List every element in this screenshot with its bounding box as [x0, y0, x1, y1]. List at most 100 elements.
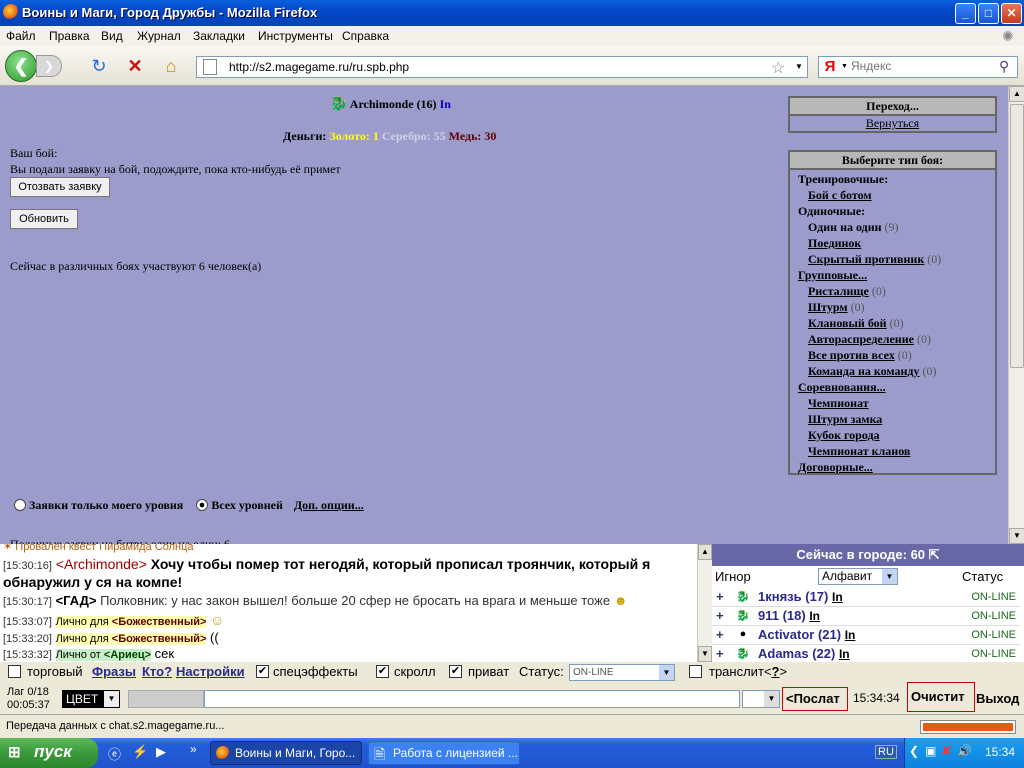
network-icon[interactable]: ▣ — [925, 744, 936, 758]
chat-nick[interactable]: <ГАД> — [56, 593, 97, 608]
antivirus-icon[interactable]: ✘ — [941, 743, 952, 759]
url-dropdown-icon[interactable]: ▼ — [795, 62, 803, 71]
send-button[interactable]: <Послат — [782, 687, 848, 711]
scroll-checkbox[interactable]: ✔ — [376, 665, 389, 678]
search-icon[interactable]: ⚲ — [999, 58, 1009, 75]
chat-scroll-down-icon[interactable]: ▼ — [698, 646, 712, 662]
scroll-up-icon[interactable]: ▲ — [1009, 86, 1024, 102]
link-one-on-one[interactable]: Один на один — [808, 220, 882, 234]
status-select[interactable]: ON-LINE ▼ — [569, 664, 675, 681]
page-scrollbar[interactable]: ▲ ▼ — [1008, 86, 1024, 544]
menu-file[interactable]: Файл — [6, 29, 36, 43]
exit-button[interactable]: Выход — [976, 691, 1019, 706]
tray-arrow-icon[interactable]: ❮ — [909, 744, 919, 758]
player-info-link[interactable]: In — [440, 97, 451, 111]
link-clan-championship[interactable]: Чемпионат кланов — [808, 444, 910, 458]
withdraw-request-button[interactable]: Отозвать заявку — [10, 177, 110, 197]
clan-icon: 🐉 — [736, 610, 750, 622]
url-bar[interactable]: http://s2.magegame.ru/ru.spb.php ☆ ▼ — [196, 56, 808, 78]
add-icon[interactable]: + — [716, 608, 724, 623]
quicklaunch-icon[interactable]: ⚡ — [132, 744, 148, 760]
trade-checkbox[interactable] — [8, 665, 21, 678]
phrases-link[interactable]: Фразы — [92, 664, 136, 679]
quicklaunch-more-icon[interactable]: » — [190, 742, 197, 756]
add-icon[interactable]: + — [716, 589, 724, 604]
forward-button[interactable]: ❯ — [36, 55, 62, 77]
sort-select[interactable]: Алфавит ▼ — [818, 568, 898, 585]
color-select[interactable]: ЦВЕТ ▼ — [62, 690, 120, 708]
home-icon[interactable]: ⌂ — [160, 56, 182, 76]
chat-nick[interactable]: <Archimonde> — [56, 556, 147, 572]
online-user-row[interactable]: + 🐉 1князь (17) In ON-LINE — [712, 588, 1020, 607]
scroll-down-icon[interactable]: ▼ — [1009, 528, 1024, 544]
link-contests[interactable]: Соревнования... — [798, 380, 886, 394]
minimize-button[interactable]: _ — [955, 3, 976, 24]
star-icon[interactable]: ☆ — [771, 58, 785, 78]
engine-dropdown-icon[interactable]: ▼ — [841, 63, 848, 70]
filter-row: Заявки только моего уровня Всех уровней … — [14, 498, 364, 513]
taskbar-license[interactable]: 🗎 Работа с лицензией ... — [368, 741, 520, 765]
link-hidden-enemy[interactable]: Скрытый противник — [808, 252, 924, 266]
refresh-button[interactable]: Обновить — [10, 209, 78, 229]
add-icon[interactable]: + — [716, 627, 724, 642]
clear-button[interactable]: Очистит — [907, 682, 975, 712]
online-user-row[interactable]: + ● Activator (21) In ON-LINE — [712, 626, 1020, 645]
popout-icon[interactable]: ⇱ — [929, 547, 940, 562]
link-storm[interactable]: Штурм — [808, 300, 848, 314]
chat-nick[interactable]: <Божественный> — [112, 616, 207, 628]
link-group[interactable]: Групповые... — [798, 268, 867, 282]
windows-logo-icon: ⊞ — [8, 744, 21, 761]
menu-view[interactable]: Вид — [101, 29, 123, 43]
chat-message-input[interactable] — [204, 690, 740, 708]
chat-nick[interactable]: <Ариец> — [104, 649, 151, 661]
search-input[interactable] — [851, 59, 991, 73]
radio-all-levels[interactable] — [196, 499, 209, 511]
quicklaunch-media-icon[interactable]: ▶ — [156, 744, 166, 760]
chat-scrollbar[interactable]: ▲ ▼ — [697, 544, 712, 662]
scroll-thumb[interactable] — [1010, 104, 1024, 368]
link-arena[interactable]: Ристалище — [808, 284, 869, 298]
link-auto[interactable]: Автораспределение — [808, 332, 914, 346]
menu-tools[interactable]: Инструменты — [258, 29, 333, 43]
link-contract[interactable]: Договорные... — [798, 460, 873, 474]
chat-scroll-up-icon[interactable]: ▲ — [698, 544, 712, 560]
more-options-link[interactable]: Доп. опции... — [294, 498, 364, 512]
link-bot-battle[interactable]: Бой с ботом — [808, 188, 872, 202]
menu-bookmarks[interactable]: Закладки — [193, 29, 245, 43]
link-all-vs-all[interactable]: Все против всех — [808, 348, 895, 362]
search-box[interactable]: Я ▼ ⚲ — [818, 56, 1018, 78]
quicklaunch-ie-icon[interactable]: ⓔ — [108, 744, 121, 763]
link-clan-battle[interactable]: Клановый бой — [808, 316, 887, 330]
effects-checkbox[interactable]: ✔ — [256, 665, 269, 678]
language-indicator[interactable]: RU — [875, 745, 897, 759]
taskbar-firefox[interactable]: Воины и Маги, Горо... — [210, 741, 362, 765]
link-city-cup[interactable]: Кубок города — [808, 428, 880, 442]
link-team[interactable]: Команда на команду — [808, 364, 919, 378]
translit-checkbox[interactable] — [689, 665, 702, 678]
stop-icon[interactable]: ✕ — [124, 56, 146, 76]
close-button[interactable]: ✕ — [1001, 3, 1022, 24]
menu-edit[interactable]: Правка — [49, 29, 90, 43]
link-duel[interactable]: Поединок — [808, 236, 861, 250]
clan-icon: 🐉 — [736, 591, 750, 603]
add-icon[interactable]: + — [716, 646, 724, 661]
start-button[interactable]: ⊞ пуск — [0, 738, 98, 768]
volume-icon[interactable]: 🔊 — [957, 744, 972, 758]
maximize-button[interactable]: □ — [978, 3, 999, 24]
smiley-select[interactable]: ▼ — [742, 690, 780, 708]
online-user-row[interactable]: + 🐉 911 (18) In ON-LINE — [712, 607, 1020, 626]
radio-my-level[interactable] — [14, 499, 26, 511]
settings-link[interactable]: Настройки — [176, 664, 245, 679]
chat-nick[interactable]: <Божественный> — [112, 633, 207, 645]
link-championship[interactable]: Чемпионат — [808, 396, 869, 410]
reload-icon[interactable]: ↻ — [88, 56, 110, 76]
menu-help[interactable]: Справка — [342, 29, 389, 43]
count-auto: (0) — [916, 332, 931, 346]
back-button[interactable]: ❮ — [5, 50, 37, 82]
recipient-field[interactable] — [128, 690, 204, 708]
who-link[interactable]: Кто? — [142, 664, 172, 679]
back-link[interactable]: Вернуться — [790, 116, 995, 131]
link-castle-storm[interactable]: Штурм замка — [808, 412, 882, 426]
menu-history[interactable]: Журнал — [137, 29, 181, 43]
private-checkbox[interactable]: ✔ — [449, 665, 462, 678]
